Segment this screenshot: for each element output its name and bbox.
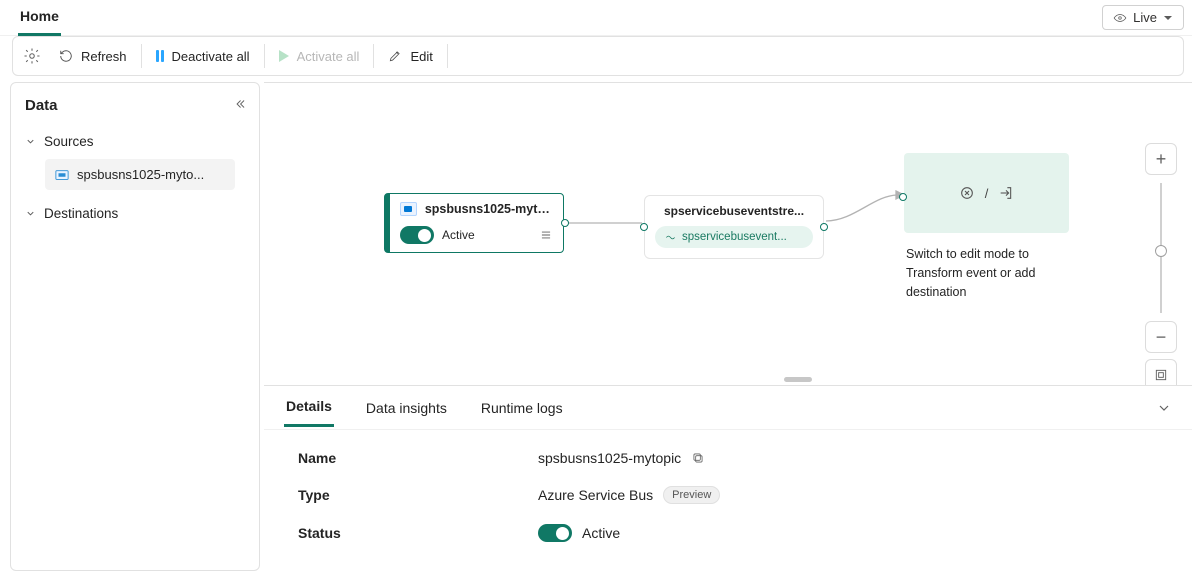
source-status-label: Active	[442, 228, 475, 242]
transform-icon	[959, 185, 975, 201]
status-label: Status	[298, 525, 538, 541]
node-input-port[interactable]	[899, 193, 907, 201]
refresh-label: Refresh	[81, 49, 127, 64]
destination-help-text: Switch to edit mode to Transform event o…	[904, 245, 1069, 301]
fit-screen-icon	[1154, 368, 1168, 382]
refresh-icon	[59, 49, 73, 63]
status-value: Active	[582, 525, 620, 541]
pause-icon	[156, 50, 164, 62]
chevron-down-icon	[25, 136, 36, 147]
hamburger-icon[interactable]	[539, 228, 553, 242]
tab-runtime-logs[interactable]: Runtime logs	[479, 390, 565, 426]
sidebar-source-label: spsbusns1025-myto...	[77, 167, 204, 182]
zoom-out-button[interactable]: −	[1145, 321, 1177, 353]
connector	[824, 183, 908, 223]
eye-icon	[1113, 11, 1127, 25]
edit-label: Edit	[410, 49, 432, 64]
edit-icon	[388, 49, 402, 63]
detail-row-name: Name spsbusns1025-mytopic	[298, 450, 1158, 466]
edit-button[interactable]: Edit	[374, 42, 446, 70]
sidebar-title: Data	[25, 97, 245, 114]
live-label: Live	[1133, 10, 1157, 25]
panel-resize-handle[interactable]	[784, 377, 812, 382]
play-icon	[279, 50, 289, 62]
details-tabs: Details Data insights Runtime logs	[264, 386, 1192, 430]
sidebar-source-item[interactable]: spsbusns1025-myto...	[45, 159, 235, 190]
flow-canvas[interactable]: spsbusns1025-mytopic Active spservicebus…	[264, 83, 1192, 383]
tab-data-insights[interactable]: Data insights	[364, 390, 449, 426]
collapse-sidebar-icon[interactable]	[233, 97, 247, 111]
activate-all-button: Activate all	[265, 42, 374, 70]
destination-placeholder[interactable]: / Switch to edit mode to Transform event…	[904, 153, 1069, 301]
live-mode-dropdown[interactable]: Live	[1102, 5, 1184, 30]
service-bus-icon	[400, 202, 417, 216]
tab-home[interactable]: Home	[18, 0, 61, 36]
deactivate-all-button[interactable]: Deactivate all	[142, 42, 264, 70]
details-body: Name spsbusns1025-mytopic Type Azure Ser…	[264, 430, 1192, 582]
preview-badge: Preview	[663, 486, 720, 504]
gear-icon[interactable]	[23, 47, 41, 65]
node-output-port[interactable]	[561, 219, 569, 227]
type-label: Type	[298, 487, 538, 503]
chevron-down-icon	[25, 208, 36, 219]
source-node[interactable]: spsbusns1025-mytopic Active	[384, 193, 564, 253]
refresh-button[interactable]: Refresh	[45, 42, 141, 70]
detail-row-status: Status Active	[298, 524, 1158, 542]
sources-accordion[interactable]: Sources	[17, 128, 253, 155]
zoom-thumb[interactable]	[1155, 245, 1167, 257]
collapse-panel-icon[interactable]	[1156, 400, 1172, 416]
stream-chip: spservicebusevent...	[655, 226, 813, 248]
node-input-port[interactable]	[640, 223, 648, 231]
stream-chip-label: spservicebusevent...	[682, 231, 787, 243]
data-sidebar: Data Sources spsbusns1025-myto... Destin…	[10, 82, 260, 571]
connector	[564, 213, 646, 233]
activate-all-label: Activate all	[297, 49, 360, 64]
detail-row-type: Type Azure Service Bus Preview	[298, 486, 1158, 504]
copy-icon[interactable]	[691, 451, 705, 465]
source-active-toggle[interactable]	[400, 226, 434, 244]
stream-node-title: spservicebuseventstre...	[655, 204, 813, 218]
service-bus-icon	[55, 168, 69, 182]
details-panel: Details Data insights Runtime logs Name …	[264, 385, 1192, 582]
toolbar: Refresh Deactivate all Activate all Edit	[12, 36, 1184, 76]
stream-node[interactable]: spservicebuseventstre... spservicebuseve…	[644, 195, 824, 259]
sources-label: Sources	[44, 134, 94, 149]
status-toggle[interactable]	[538, 524, 572, 542]
canvas-area: spsbusns1025-mytopic Active spservicebus…	[264, 82, 1192, 577]
output-icon	[998, 185, 1014, 201]
destinations-label: Destinations	[44, 206, 118, 221]
zoom-control: + −	[1144, 143, 1178, 391]
destinations-accordion[interactable]: Destinations	[17, 200, 253, 227]
node-output-port[interactable]	[820, 223, 828, 231]
deactivate-all-label: Deactivate all	[172, 49, 250, 64]
name-value: spsbusns1025-mytopic	[538, 450, 681, 466]
source-node-title: spsbusns1025-mytopic	[425, 202, 553, 216]
zoom-slider[interactable]	[1160, 183, 1162, 313]
toolbar-separator	[447, 44, 448, 68]
destination-iconbox: /	[904, 153, 1069, 233]
slash-separator: /	[985, 186, 989, 201]
zoom-in-button[interactable]: +	[1145, 143, 1177, 175]
type-value: Azure Service Bus	[538, 487, 653, 503]
name-label: Name	[298, 450, 538, 466]
caret-down-icon	[1163, 13, 1173, 23]
header: Home Live	[0, 0, 1192, 36]
tab-details[interactable]: Details	[284, 388, 334, 427]
stream-icon	[665, 232, 676, 243]
